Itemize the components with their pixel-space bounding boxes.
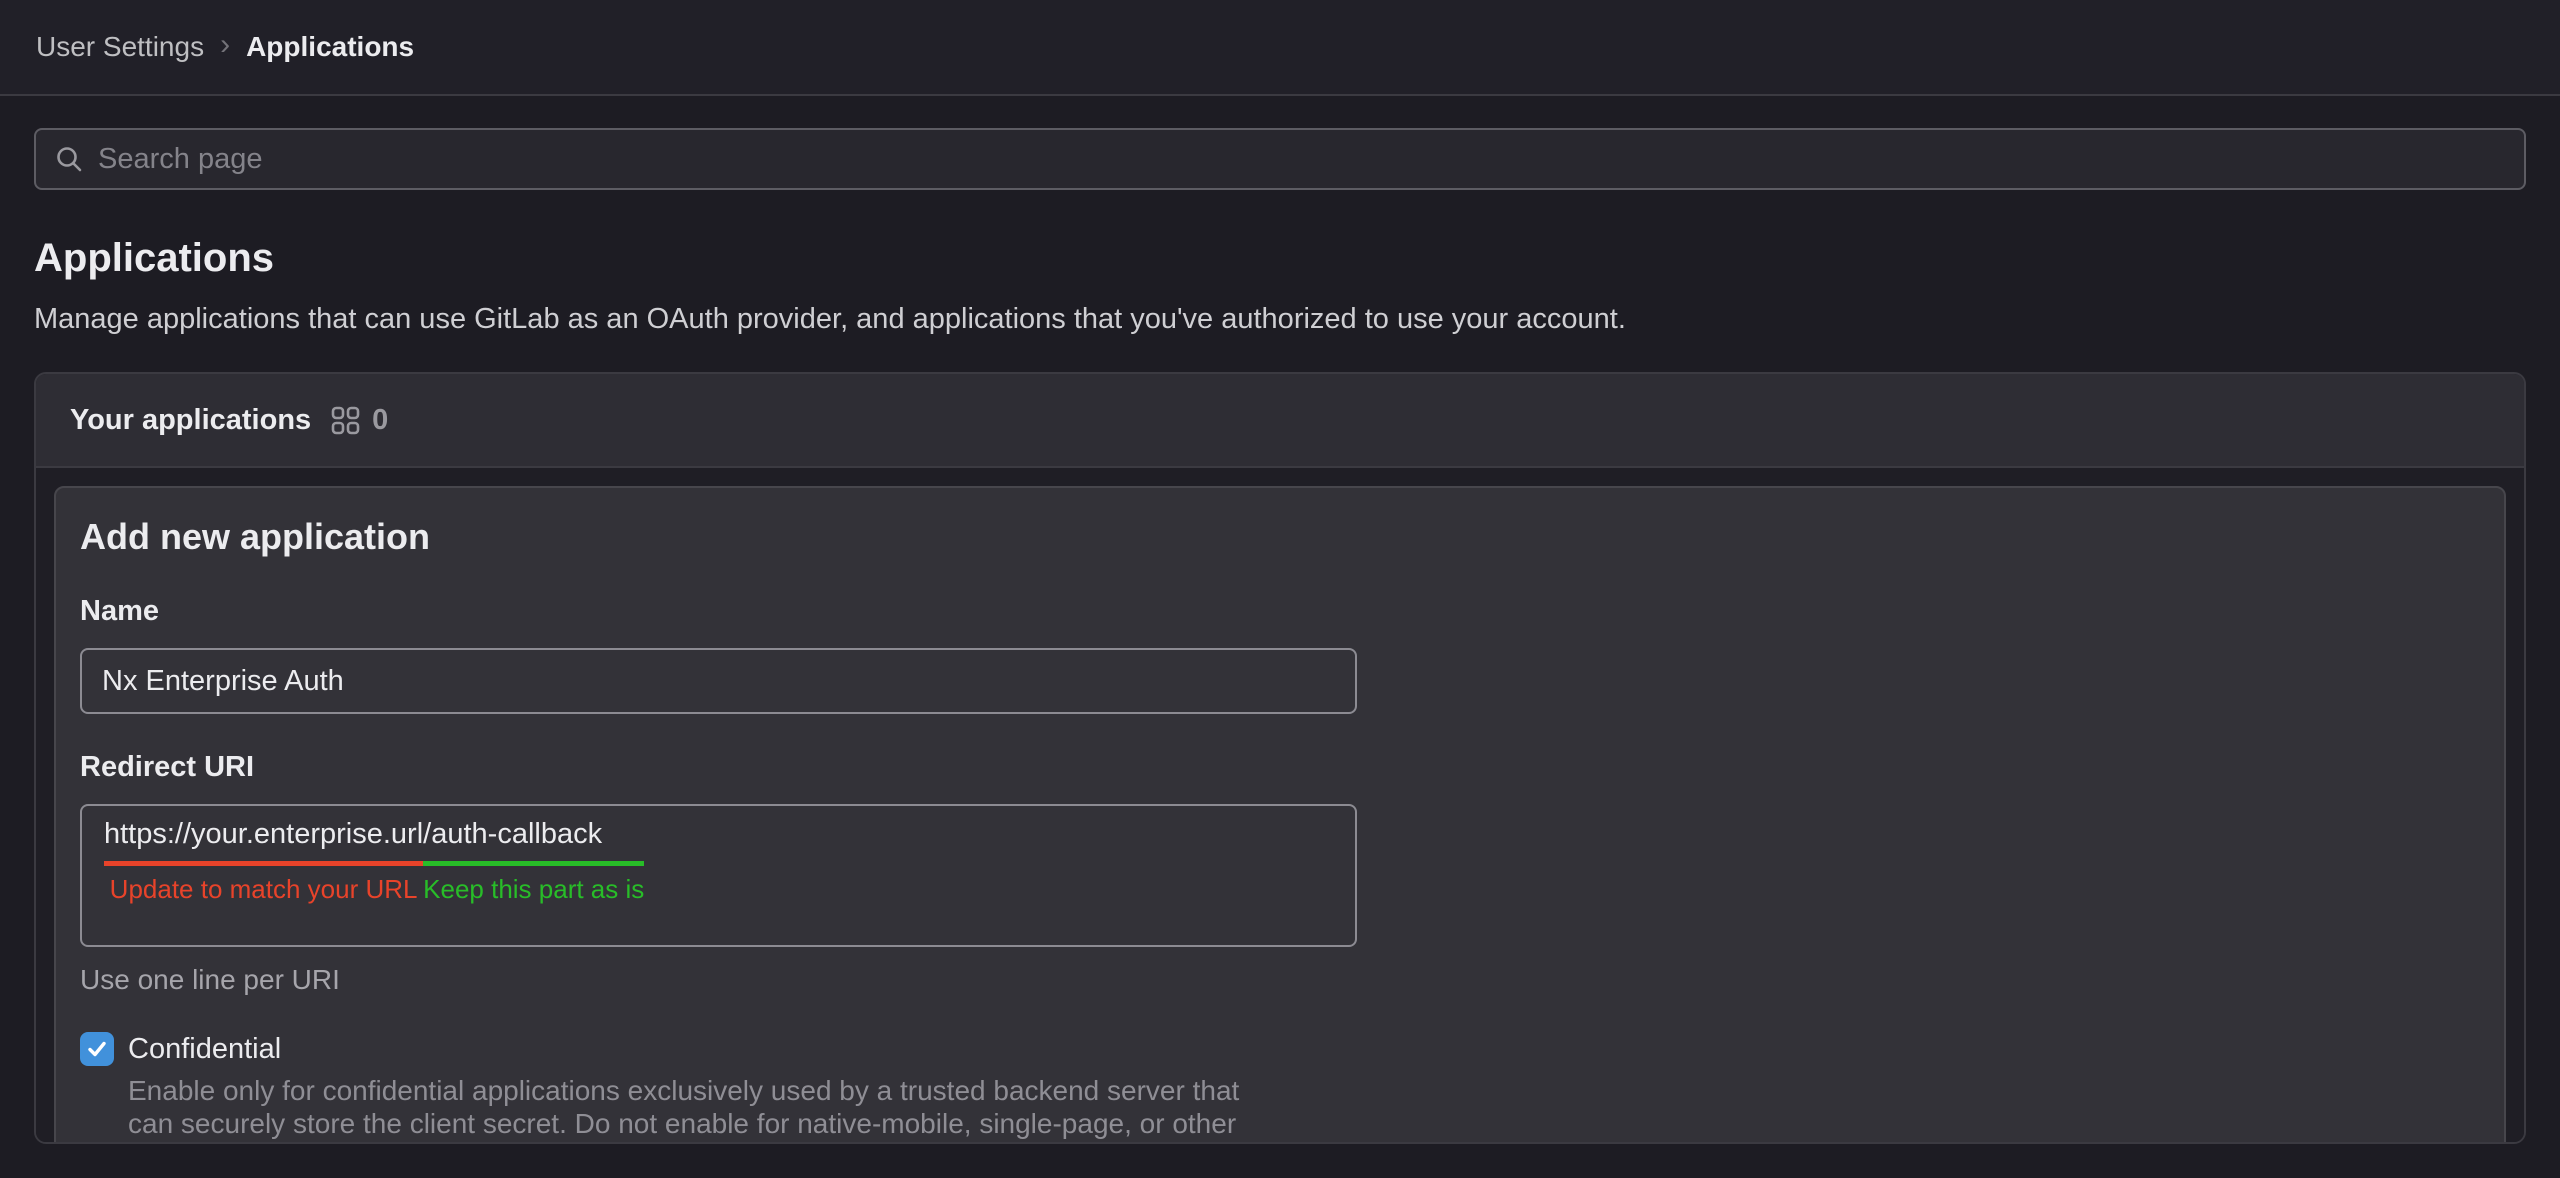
form-title: Add new application (80, 516, 2480, 558)
page-content: Applications Manage applications that ca… (0, 128, 2560, 1144)
name-input[interactable] (80, 648, 1357, 714)
page-title: Applications (34, 234, 2526, 282)
breadcrumb-user-settings[interactable]: User Settings (36, 31, 204, 63)
redirect-uri-textarea[interactable]: https://your.enterprise.url /auth-callba… (80, 804, 1357, 947)
panel-title: Your applications (70, 404, 311, 437)
confidential-label[interactable]: Confidential (128, 1033, 281, 1066)
top-bar: User Settings › Applications (0, 0, 2560, 96)
annotation-keep-part: Keep this part as is (423, 874, 644, 905)
confidential-checkbox[interactable] (80, 1032, 114, 1066)
redirect-uri-label: Redirect URI (80, 750, 2480, 784)
name-label: Name (80, 594, 2480, 628)
annotation-update-url: Update to match your URL (104, 874, 423, 905)
search-icon (54, 144, 84, 174)
chevron-right-icon: › (220, 30, 230, 60)
page-description: Manage applications that can use GitLab … (34, 302, 2526, 336)
confidential-help-text: Enable only for confidential application… (128, 1074, 2480, 1144)
redirect-uri-host-segment: https://your.enterprise.url (104, 818, 423, 866)
applications-count-badge: 0 (372, 404, 388, 437)
your-applications-panel: Your applications 0 Add new application … (34, 372, 2526, 1144)
breadcrumb-applications: Applications (246, 31, 414, 63)
panel-header: Your applications 0 (36, 374, 2524, 468)
confidential-row: Confidential (80, 1032, 2480, 1066)
redirect-uri-path-segment: /auth-callback (423, 818, 644, 866)
search-input[interactable] (98, 143, 2506, 176)
confidential-help-line: can securely store the client secret. Do… (128, 1107, 2480, 1140)
panel-body: Add new application Name Redirect URI ht… (36, 468, 2524, 1144)
search-box[interactable] (34, 128, 2526, 190)
redirect-uri-hint: Use one line per URI (80, 963, 2480, 996)
breadcrumb: User Settings › Applications (36, 31, 414, 63)
add-new-application-card: Add new application Name Redirect URI ht… (54, 486, 2506, 1144)
confidential-help-line: JavaScript applications because they can… (128, 1140, 2480, 1144)
confidential-help-line: Enable only for confidential application… (128, 1074, 2480, 1107)
checkmark-icon (86, 1038, 108, 1060)
applications-grid-icon (331, 406, 360, 435)
redirect-uri-value: https://your.enterprise.url /auth-callba… (104, 818, 1355, 905)
